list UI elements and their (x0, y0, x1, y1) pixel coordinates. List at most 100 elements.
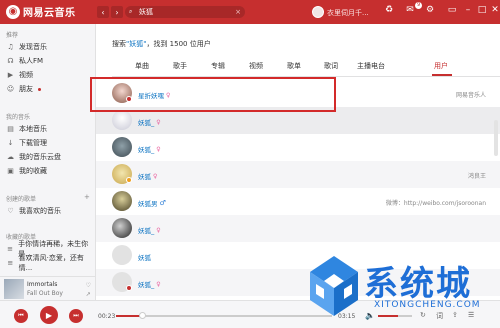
user-row[interactable]: 妖狐男 ♂ 微博：http://weibo.com/jsoroonan (96, 188, 500, 215)
user-row[interactable]: 妖狐_ ♀ (96, 134, 500, 161)
now-playing-artist: Fall Out Boy (27, 290, 63, 297)
share-icon[interactable]: ↗ (86, 290, 91, 299)
playlist-icon: ≡ (7, 245, 14, 253)
sidebar-item-discover[interactable]: ♫ 发现音乐 (6, 40, 94, 54)
local-music-icon: ▤ (7, 125, 14, 133)
female-icon: ♀ (153, 172, 158, 180)
download-icon: ↓ (7, 139, 14, 147)
sidebar-item-liked[interactable]: ♡ 我喜欢的音乐 (6, 204, 94, 218)
app-title: 网易云音乐 (23, 8, 76, 19)
sidebar-item-favorites[interactable]: ▣ 我的收藏 (6, 164, 94, 178)
netease-logo-icon: ◉ (6, 4, 20, 19)
user-row[interactable]: 妖狐 ♀ 鸿良王 (96, 161, 500, 188)
tab-artists[interactable]: 歌手 (173, 61, 187, 71)
annotation-highlight (90, 77, 336, 112)
clear-search-button[interactable]: × (235, 6, 241, 18)
previous-button[interactable]: ⏮ (14, 309, 28, 323)
sidebar-item-video[interactable]: ▶ 视频 (6, 68, 94, 82)
tab-albums[interactable]: 专辑 (211, 61, 225, 71)
user-avatar[interactable] (112, 191, 132, 211)
search-keyword: "妖狐" (126, 40, 147, 48)
tab-radio[interactable]: 主播电台 (357, 61, 385, 71)
app-window: ◉ 网易云音乐 ‹ › ⌕ 妖狐 × 衣里伺月千... ♻ ✉ 9 ⚙ ▭ – … (0, 0, 500, 328)
progress-knob[interactable] (138, 312, 146, 319)
radio-icon: ☊ (7, 57, 14, 65)
user-name[interactable]: 妖狐 (138, 171, 151, 181)
sidebar-item-cloud[interactable]: ☁ 我的音乐云盘 (6, 150, 94, 164)
user-avatar[interactable] (312, 6, 324, 18)
user-description: 微博：http://weibo.com/jsoroonan (385, 200, 486, 207)
user-avatar[interactable] (112, 137, 132, 157)
tab-videos[interactable]: 视频 (249, 61, 263, 71)
sidebar-item-label: 喜欢清风·恋爱，还有情... (18, 254, 84, 272)
search-icon: ⌕ (129, 8, 133, 15)
heart-icon: ♡ (7, 207, 14, 215)
play-button[interactable]: ▶ (40, 306, 58, 324)
skin-icon[interactable]: ♻ (383, 5, 395, 15)
user-description: 鸿良王 (467, 173, 486, 180)
settings-icon[interactable]: ⚙ (424, 5, 436, 15)
female-icon: ♀ (156, 280, 161, 288)
like-icon[interactable]: ♡ (86, 281, 91, 290)
sidebar: 推荐 ♫ 发现音乐 ☊ 私人FM ▶ 视频 ☺ 朋友 我的音乐 ▤ 本地音乐 ↓… (0, 24, 96, 276)
sidebar-item-label: 发现音乐 (19, 43, 47, 51)
sidebar-item-playlist[interactable]: ≡ 喜欢清风·恋爱，还有情... (6, 254, 94, 272)
sidebar-section-created: 创建的歌单 (6, 196, 37, 203)
user-name[interactable]: 妖狐 (138, 252, 151, 262)
tab-songs[interactable]: 单曲 (135, 61, 149, 71)
video-icon: ▶ (7, 71, 14, 79)
search-summary: 搜索"妖狐"，找到 1500 位用户 (112, 39, 211, 49)
watermark-logo-icon (310, 256, 358, 316)
close-icon[interactable]: ✕ (489, 5, 500, 15)
sidebar-item-label: 本地音乐 (19, 125, 47, 133)
user-name[interactable]: 妖狐_ (138, 279, 154, 289)
back-button[interactable]: ‹ (97, 6, 109, 18)
next-button[interactable]: ⏭ (69, 309, 83, 323)
tab-playlists[interactable]: 歌单 (287, 61, 301, 71)
user-name[interactable]: 妖狐男 (138, 198, 158, 208)
tab-lyrics[interactable]: 歌词 (324, 61, 338, 71)
female-icon: ♀ (156, 118, 161, 126)
now-playing[interactable]: Immortals Fall Out Boy ♡ ↗ (0, 276, 96, 300)
user-name[interactable]: 妖狐_ (138, 225, 154, 235)
mini-mode-icon[interactable]: ▭ (446, 5, 458, 15)
user-avatar[interactable] (112, 110, 132, 130)
female-icon: ♀ (156, 226, 161, 234)
user-name[interactable]: 妖狐_ (138, 144, 154, 154)
watermark-text: 系统城 (364, 264, 472, 304)
add-playlist-icon[interactable]: + (84, 193, 90, 201)
user-avatar[interactable] (112, 245, 132, 265)
sidebar-item-friends[interactable]: ☺ 朋友 (6, 82, 94, 96)
sidebar-item-local[interactable]: ▤ 本地音乐 (6, 122, 94, 136)
male-icon: ♂ (159, 199, 166, 207)
current-time: 00:23 (98, 313, 116, 320)
user-name[interactable]: 衣里伺月千... (327, 8, 369, 18)
user-avatar[interactable] (112, 218, 132, 238)
sidebar-item-label: 视频 (19, 71, 33, 79)
cloud-icon: ☁ (7, 153, 14, 161)
female-icon: ♀ (156, 145, 161, 153)
user-row[interactable]: 妖狐_ ♀ (96, 215, 500, 242)
now-playing-title: Immortals (27, 281, 58, 288)
app-logo[interactable]: ◉ 网易云音乐 (6, 4, 76, 19)
user-name[interactable]: 妖狐_ (138, 117, 154, 127)
sidebar-item-label: 我的音乐云盘 (19, 153, 61, 161)
vip-badge-icon (126, 177, 132, 183)
sidebar-item-downloads[interactable]: ↓ 下载管理 (6, 136, 94, 150)
minimize-icon[interactable]: – (462, 5, 474, 15)
user-description: 网易音乐人 (455, 92, 486, 99)
search-summary-prefix: 搜索 (112, 40, 126, 48)
sidebar-item-label: 下载管理 (19, 139, 47, 147)
sidebar-item-label: 我喜欢的音乐 (19, 207, 61, 215)
sidebar-item-label: 朋友 (19, 85, 33, 93)
album-cover[interactable] (4, 279, 24, 299)
search-input[interactable]: ⌕ 妖狐 × (125, 6, 245, 18)
music-note-icon: ♫ (7, 43, 14, 51)
friends-icon: ☺ (6, 85, 15, 93)
mail-badge: 9 (415, 2, 423, 9)
scrollbar[interactable] (494, 120, 498, 156)
forward-button[interactable]: › (111, 6, 123, 18)
maximize-icon[interactable]: □ (476, 5, 488, 15)
sidebar-item-fm[interactable]: ☊ 私人FM (6, 54, 94, 68)
tab-users[interactable]: 用户 (434, 61, 448, 71)
